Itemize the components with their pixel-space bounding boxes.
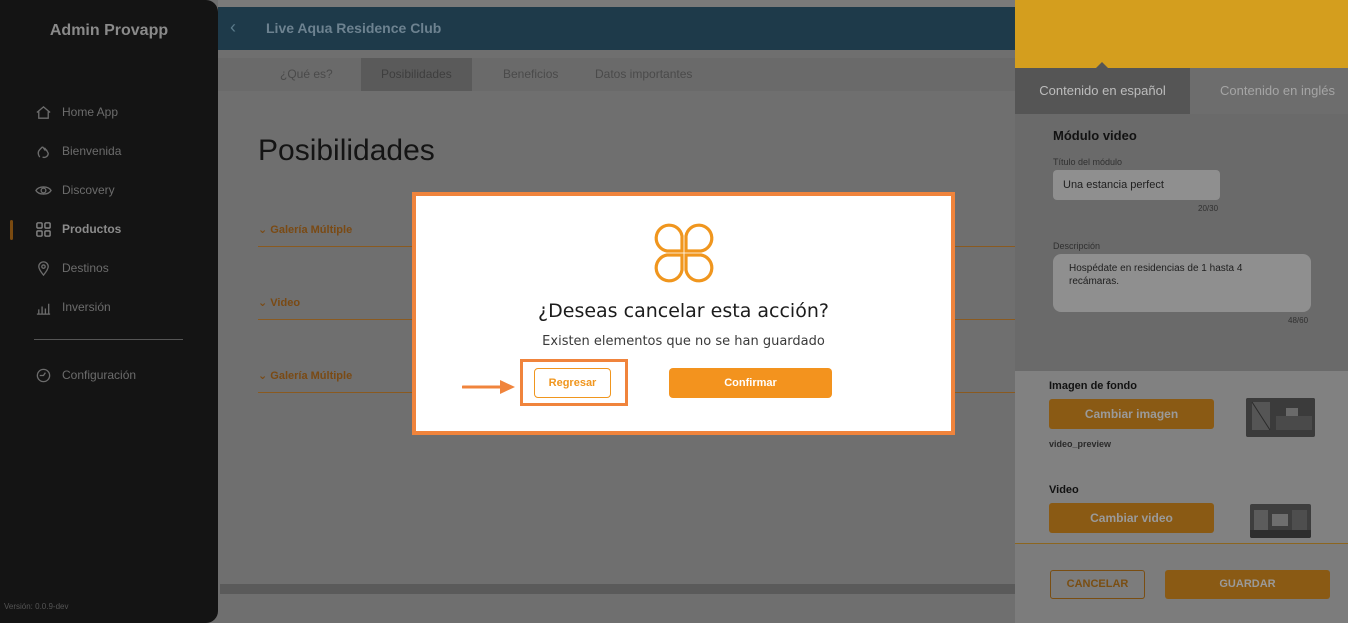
sidebar-item-productos[interactable]: Productos [34, 219, 121, 239]
top-strip [218, 0, 1015, 7]
video-thumbnail [1250, 504, 1311, 538]
background-image-label: Imagen de fondo [1049, 380, 1137, 392]
sidebar-divider [34, 339, 183, 340]
edit-panel: Contenido en español Contenido en inglés… [1015, 0, 1348, 623]
tab-beneficios[interactable]: Beneficios [483, 58, 578, 91]
active-indicator [10, 220, 13, 240]
main-header: ‹ Live Aqua Residence Club [218, 7, 1015, 50]
back-button[interactable]: Regresar [534, 368, 611, 398]
accordion-title: Video [270, 297, 301, 309]
annotation-arrow-icon [462, 380, 515, 394]
language-tabs: Contenido en español Contenido en inglés [1015, 68, 1348, 114]
tab-contenido-ingles[interactable]: Contenido en inglés [1205, 68, 1348, 114]
settings-icon [34, 366, 52, 384]
tab-posibilidades[interactable]: Posibilidades [361, 58, 472, 91]
sidebar-item-bienvenida[interactable]: Bienvenida [34, 141, 121, 161]
chevron-left-icon[interactable]: ‹ [230, 17, 236, 38]
page-title: Posibilidades [258, 134, 435, 167]
sidebar-item-discovery[interactable]: Discovery [34, 180, 115, 200]
sidebar-item-label: Discovery [62, 183, 115, 197]
sidebar-item-label: Configuración [62, 368, 137, 382]
sidebar-item-label: Inversión [62, 300, 111, 314]
sidebar-item-configuracion[interactable]: Configuración [34, 365, 136, 385]
sidebar-item-label: Productos [62, 222, 122, 236]
change-image-button[interactable]: Cambiar imagen [1049, 399, 1214, 429]
background-filename: video_preview [1049, 439, 1112, 449]
background-image-thumbnail [1246, 398, 1315, 437]
hand-wave-icon [34, 142, 52, 160]
save-button[interactable]: GUARDAR [1165, 570, 1330, 599]
home-icon [34, 103, 52, 121]
version-label: Versión: 0.0.9-dev [4, 602, 69, 611]
sidebar-item-destinos[interactable]: Destinos [34, 258, 109, 278]
accordion-label: ⌄ Video [258, 296, 300, 309]
tab-contenido-espanol[interactable]: Contenido en español [1015, 68, 1190, 114]
app-brand: Admin Provapp [49, 22, 169, 39]
dialog-title: ¿Deseas cancelar esta acción? [538, 300, 829, 322]
accordion-title: Galería Múltiple [270, 224, 353, 236]
room-image [1246, 398, 1315, 437]
description-char-count: 48/60 [1288, 316, 1309, 325]
change-video-button[interactable]: Cambiar video [1049, 503, 1214, 533]
cancel-button[interactable]: CANCELAR [1050, 570, 1145, 599]
confirm-button[interactable]: Confirmar [669, 368, 832, 398]
accordion-title: Galería Múltiple [270, 370, 353, 382]
page-header-title: Live Aqua Residence Club [266, 20, 442, 36]
title-char-count: 20/30 [1198, 204, 1219, 213]
chevron-down-icon: ⌄ [258, 297, 271, 309]
tab-datos-importantes[interactable]: Datos importantes [575, 58, 712, 91]
panel-footer: CANCELAR GUARDAR [1015, 543, 1348, 623]
bar-chart-icon [34, 298, 52, 316]
sidebar-item-label: Destinos [62, 261, 109, 275]
chevron-down-icon: ⌄ [258, 370, 271, 382]
eye-icon [34, 181, 52, 199]
sidebar: Admin Provapp Home App Bienvenida Discov… [0, 0, 218, 623]
video-frame-image [1250, 504, 1311, 538]
grid-icon [34, 220, 52, 238]
description-field-label: Descripción [1053, 241, 1101, 251]
module-title-input[interactable]: Una estancia perfect [1053, 170, 1220, 200]
confirm-cancel-dialog: ¿Deseas cancelar esta acción? Existen el… [412, 192, 955, 435]
tab-que-es[interactable]: ¿Qué es? [260, 58, 353, 91]
sidebar-item-home-app[interactable]: Home App [34, 102, 118, 122]
sidebar-item-label: Home App [62, 105, 119, 119]
description-textarea[interactable]: Hospédate en residencias de 1 hasta 4 re… [1053, 254, 1311, 312]
dialog-message: Existen elementos que no se han guardado [542, 334, 825, 349]
video-module-form: Módulo video Título del módulo Una estan… [1015, 114, 1348, 371]
sidebar-item-label: Bienvenida [62, 144, 122, 158]
video-label: Video [1049, 484, 1079, 496]
chevron-down-icon: ⌄ [258, 224, 271, 236]
accordion-label: ⌄ Galería Múltiple [258, 369, 352, 382]
section-title: Módulo video [1053, 128, 1137, 143]
tab-pointer [1095, 62, 1109, 69]
sidebar-item-inversion[interactable]: Inversión [34, 297, 111, 317]
panel-header [1015, 0, 1348, 68]
brand-logo-icon [654, 223, 714, 283]
location-pin-icon [34, 259, 52, 277]
horizontal-scrollbar[interactable] [220, 584, 1015, 594]
title-field-label: Título del módulo [1053, 157, 1123, 167]
section-tabs: ¿Qué es? Posibilidades Beneficios Datos … [218, 58, 1015, 91]
accordion-label: ⌄ Galería Múltiple [258, 223, 352, 236]
